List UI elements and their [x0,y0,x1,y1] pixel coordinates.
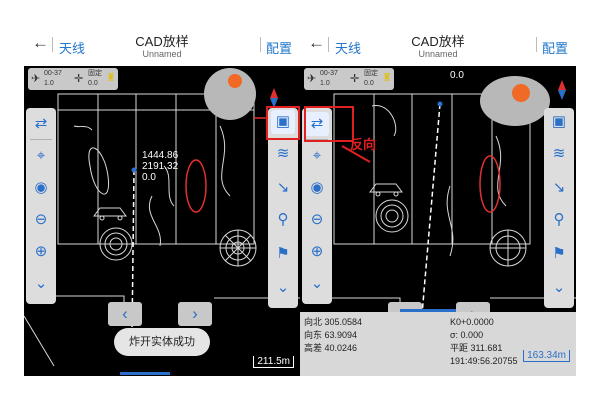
expand-down-icon[interactable]: ⌄ [29,272,53,296]
gnss-status[interactable]: ✈ 00-37 1.0 ✛ 固定 0.0 ♜ [28,68,118,90]
nav-next-button[interactable]: › [178,302,212,326]
trophy-icon: ♜ [106,72,116,84]
config-button[interactable]: 配置 [542,38,568,57]
trophy-icon: ♜ [382,72,392,84]
expand-down-icon[interactable]: ⌄ [547,276,571,300]
satellite-label: 00-37 [44,70,62,77]
coord-elevation: 0.0 [142,172,156,183]
highlight-box [266,106,300,140]
project-name: Unnamed [142,49,182,59]
location-pin-icon[interactable]: ⚑ [271,242,295,266]
satellite-icon: ✈ [31,73,41,85]
zoom-out-icon[interactable]: ⊖ [29,208,53,232]
config-button[interactable]: 配置 [266,38,292,57]
expand-down-icon[interactable]: ⌄ [271,276,295,300]
zoom-in-icon[interactable]: ⊕ [305,240,329,264]
right-toolbar: ▣ ≋ ↘ ⚲ ⚑ ⌄ [544,108,574,308]
page-title: CAD放样 [411,34,465,49]
scale-bar: 211.5m [253,356,294,368]
toolbar-divider [30,139,52,140]
compass-dot [512,84,530,102]
toast-message: 炸开实体成功 [114,328,210,356]
point-icon[interactable]: ⚲ [547,208,571,232]
fix-value: 0.0 [88,80,98,87]
expand-down-icon[interactable]: ⌄ [305,272,329,296]
cad-canvas[interactable]: ✈ 00-37 1.0 ✛ 固定 0.0 ♜ 1444.86 2191.32 0… [24,66,300,376]
gnss-status[interactable]: ✈ 00-37 1.0 ✛ 固定 0.0 ♜ [304,68,394,90]
fix-value-secondary: 0.0 [450,70,464,81]
page-title: CAD放样 [135,34,189,49]
globe-icon[interactable]: ◉ [29,176,53,200]
elevation-diff: 高差 40.0246 [304,343,358,353]
coord-north: 1444.86 [142,150,179,161]
sigma-value: σ: 0.000 [450,330,484,340]
compass-widget[interactable] [204,68,256,120]
left-toolbar: ⇄ ⌖ ◉ ⊖ ⊕ ⌄ [26,108,56,304]
reverse-annotation: 反向 [350,137,377,152]
crosshair-icon: ✛ [74,73,84,85]
panel-handle[interactable] [400,309,456,312]
swap-icon[interactable]: ⇄ [29,112,53,136]
zoom-in-icon[interactable]: ⊕ [29,240,53,264]
fix-label: 固定 [364,70,378,77]
app-header: ← 天线 CAD放样 Unnamed 配置 [24,26,300,66]
locate-icon[interactable]: ⌖ [29,144,53,168]
right-screen: ← 天线 CAD放样 Unnamed 配置 ✈ 00-37 1.0 ✛ 固定 0… [300,26,576,376]
location-pin-icon[interactable]: ⚑ [547,242,571,266]
compass-widget[interactable] [480,76,550,126]
header-divider [260,37,261,52]
point-icon[interactable]: ⚲ [271,208,295,232]
measure-icon[interactable]: ↘ [271,176,295,200]
measure-icon[interactable]: ↘ [547,176,571,200]
cad-layer-icon[interactable]: ▣ [547,110,571,134]
coord-east: 2191.32 [142,161,179,172]
chevron-left-icon: ‹ [122,304,128,323]
app-header: ← 天线 CAD放样 Unnamed 配置 [300,26,576,66]
locate-icon[interactable]: ⌖ [305,144,329,168]
zoom-out-icon[interactable]: ⊖ [305,208,329,232]
scale-bar: 163.34m [523,350,570,362]
fix-label: 固定 [88,70,102,77]
horizontal-distance: 平距 311.681 [450,343,503,353]
highlight-box [304,106,354,142]
east-offset: 向东 63.9094 [304,330,358,340]
north-offset: 向北 305.0584 [304,317,363,327]
header-divider [536,37,537,52]
chevron-right-icon: › [192,304,198,323]
home-indicator [120,372,170,375]
nav-prev-button[interactable]: ‹ [108,302,142,326]
satellite-value: 1.0 [44,80,54,87]
crosshair-icon: ✛ [350,73,360,85]
left-screen: ← 天线 CAD放样 Unnamed 配置 ✈ 00-37 1.0 ✛ 固定 0… [24,26,300,376]
globe-icon[interactable]: ◉ [305,176,329,200]
chainage: K0+0.0000 [450,317,494,327]
satellite-value: 1.0 [320,80,330,87]
fix-value: 0.0 [364,80,374,87]
stakeout-info-panel: 向北 305.0584 向东 63.9094 高差 40.0246 K0+0.0… [300,309,576,376]
layers-icon[interactable]: ≋ [271,142,295,166]
layers-icon[interactable]: ≋ [547,142,571,166]
satellite-icon: ✈ [307,73,317,85]
project-name: Unnamed [418,49,458,59]
compass-dot [228,74,242,88]
satellite-label: 00-37 [320,70,338,77]
azimuth: 191:49:56.20755 [450,356,518,366]
